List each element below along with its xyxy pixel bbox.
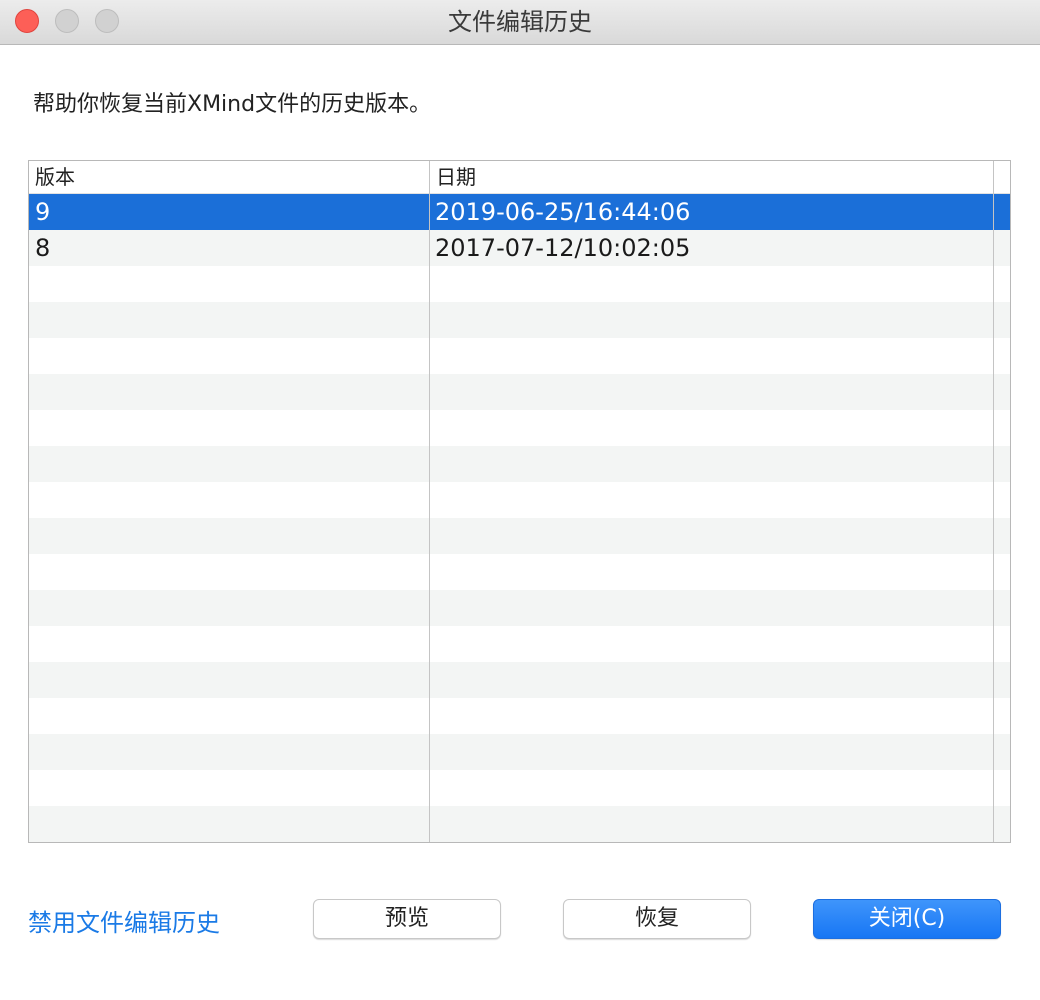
column-header-version[interactable]: 版本 [35, 161, 75, 193]
preview-button[interactable]: 预览 [313, 899, 501, 939]
table-body: 9 2019-06-25/16:44:06 8 2017-07-12/10:02:05 [29, 194, 1010, 842]
table-row [29, 518, 1010, 554]
description-text: 帮助你恢复当前XMind文件的历史版本。 [33, 92, 432, 117]
table-row [29, 482, 1010, 518]
table-row [29, 266, 1010, 302]
column-divider [993, 161, 994, 842]
table-row[interactable]: 9 2019-06-25/16:44:06 [29, 194, 1010, 230]
table-row [29, 590, 1010, 626]
version-cell: 8 [35, 234, 51, 262]
date-cell: 2017-07-12/10:02:05 [435, 234, 691, 262]
version-cell: 9 [35, 198, 51, 226]
column-divider[interactable] [429, 161, 430, 842]
table-row [29, 446, 1010, 482]
table-row [29, 662, 1010, 698]
table-row [29, 806, 1010, 842]
disable-history-link[interactable]: 禁用文件编辑历史 [28, 903, 220, 938]
table-row[interactable]: 8 2017-07-12/10:02:05 [29, 230, 1010, 266]
restore-button[interactable]: 恢复 [563, 899, 751, 939]
title-bar: 文件编辑历史 [0, 0, 1040, 45]
table-row [29, 374, 1010, 410]
close-button[interactable]: 关闭(C) [813, 899, 1001, 939]
table-row [29, 338, 1010, 374]
history-table: 版本 日期 9 2019-06-25/16:44:06 8 2017-07-12/10… [28, 160, 1011, 843]
table-row [29, 734, 1010, 770]
table-row [29, 410, 1010, 446]
date-cell: 2019-06-25/16:44:06 [435, 198, 691, 226]
table-row [29, 302, 1010, 338]
table-header: 版本 日期 [29, 161, 1010, 194]
table-row [29, 626, 1010, 662]
column-header-date[interactable]: 日期 [436, 161, 476, 193]
window-title: 文件编辑历史 [448, 8, 592, 36]
table-row [29, 698, 1010, 734]
table-row [29, 554, 1010, 590]
table-row [29, 770, 1010, 806]
